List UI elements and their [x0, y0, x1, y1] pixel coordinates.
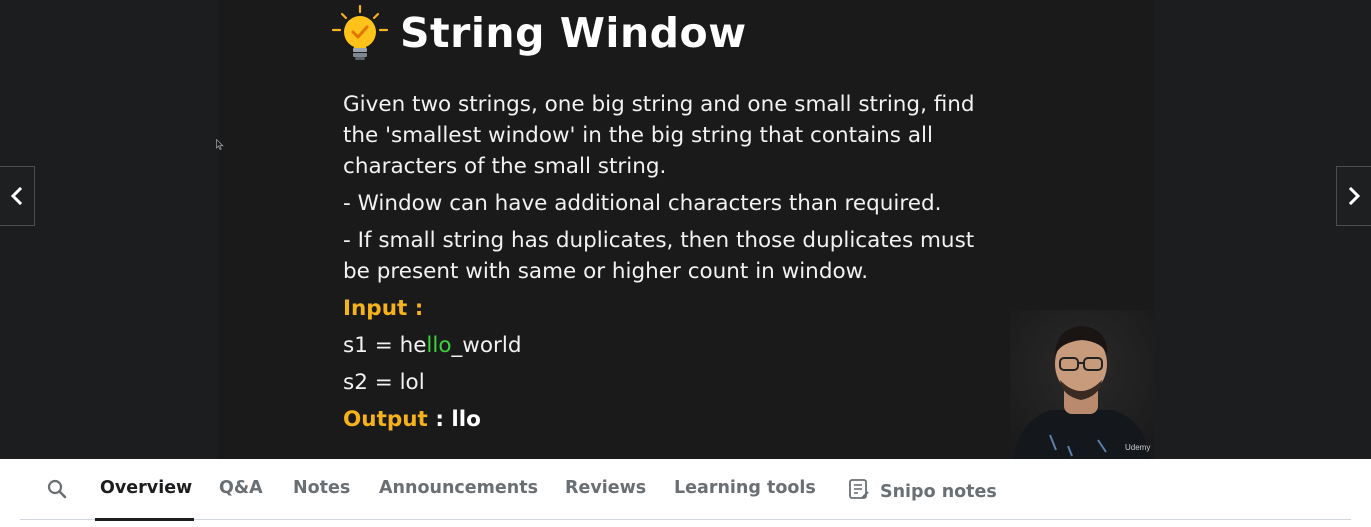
previous-lecture-button[interactable] — [0, 166, 35, 226]
rule-line: be present with same or higher count in … — [343, 259, 869, 284]
slide-description: Given two strings, one big string and on… — [343, 89, 975, 182]
slide-title: String Window — [330, 4, 747, 62]
tab-notes[interactable]: Notes — [293, 478, 350, 498]
tab-overview[interactable]: Overview — [100, 478, 192, 498]
lightbulb-icon — [330, 4, 390, 62]
chevron-right-icon — [1348, 186, 1361, 206]
output-label: Output — [343, 407, 428, 432]
output-value: : llo — [427, 407, 481, 432]
description-line: characters of the small string. — [343, 154, 667, 179]
tab-learning-tools[interactable]: Learning tools — [674, 478, 816, 498]
s1-prefix: s1 = he — [343, 333, 427, 358]
chevron-left-icon — [10, 186, 23, 206]
next-lecture-button[interactable] — [1336, 166, 1371, 226]
tabs-divider — [20, 519, 1351, 520]
rule-line: - If small string has duplicates, then t… — [343, 228, 975, 253]
tab-snipo-notes-label: Snipo notes — [880, 482, 997, 502]
rule-additional-chars: - Window can have additional characters … — [343, 191, 942, 216]
video-player[interactable]: String Window Given two strings, one big… — [0, 0, 1371, 459]
instructor-webcam: Udemy — [1010, 310, 1154, 459]
tab-qa[interactable]: Q&A — [219, 478, 263, 498]
tab-snipo-notes[interactable]: Snipo notes — [848, 478, 997, 502]
slide-title-text: String Window — [400, 9, 747, 57]
output-line: Output : llo — [343, 404, 481, 435]
rule-duplicates: - If small string has duplicates, then t… — [343, 225, 974, 287]
active-tab-indicator — [95, 518, 194, 521]
course-tabs: Overview Q&A Notes Announcements Reviews… — [0, 459, 1371, 527]
s1-suffix: _world — [451, 333, 522, 358]
tab-reviews[interactable]: Reviews — [565, 478, 646, 498]
input-label: Input : — [343, 296, 424, 321]
description-line: Given two strings, one big string and on… — [343, 92, 975, 117]
udemy-watermark: Udemy — [1125, 443, 1151, 452]
search-icon[interactable] — [46, 478, 68, 500]
description-line: the 'smallest window' in the big string … — [343, 123, 933, 148]
s1-highlight: llo — [426, 333, 452, 358]
notes-icon — [848, 478, 870, 500]
tab-announcements[interactable]: Announcements — [379, 478, 538, 498]
mouse-cursor-icon — [216, 136, 224, 151]
s1-line: s1 = hello_world — [343, 330, 521, 361]
s2-line: s2 = lol — [343, 370, 425, 395]
